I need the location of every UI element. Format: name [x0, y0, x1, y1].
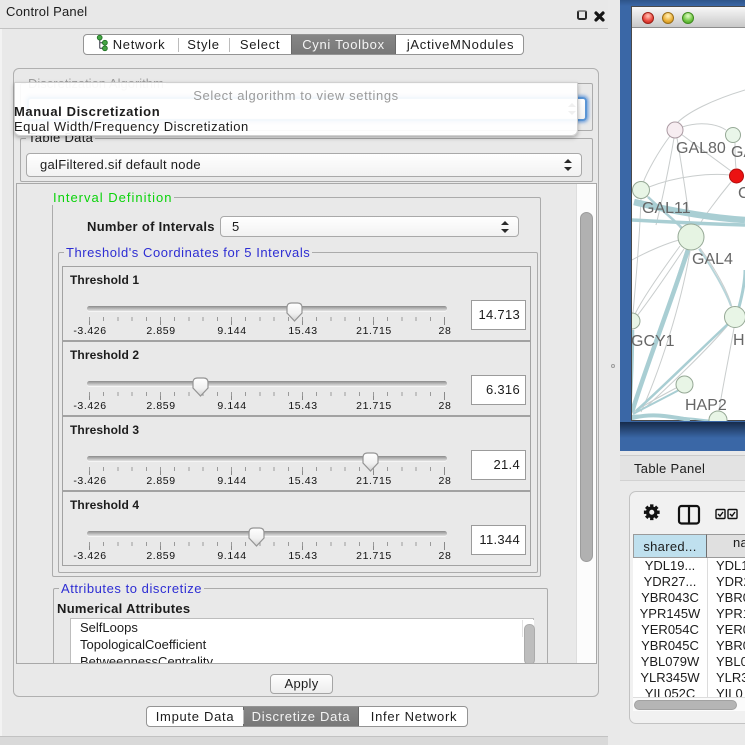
svg-text:HAP2: HAP2 — [685, 397, 727, 414]
svg-text:GCY1: GCY1 — [632, 333, 675, 350]
svg-text:C: C — [738, 185, 745, 202]
svg-text:GAL80: GAL80 — [676, 140, 726, 157]
svg-text:GA: GA — [731, 144, 745, 161]
svg-text:GAL11: GAL11 — [642, 200, 691, 217]
svg-text:H: H — [733, 332, 745, 349]
svg-text:GAL4: GAL4 — [692, 251, 733, 268]
